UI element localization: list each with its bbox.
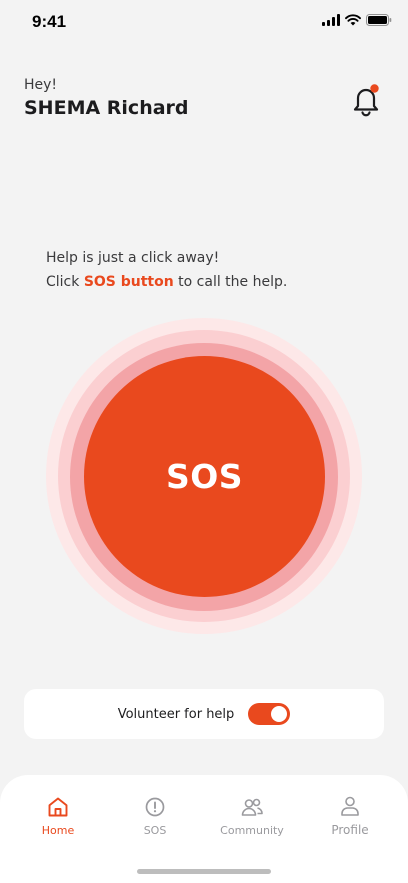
nav-label-home: Home bbox=[41, 824, 75, 837]
notifications-button[interactable] bbox=[350, 83, 382, 117]
nav-label-community: Community bbox=[220, 824, 284, 837]
home-screen: 9:41 Hey! SHEMA Richard Help is just a c… bbox=[0, 0, 408, 883]
nav-item-sos[interactable]: SOS bbox=[115, 795, 195, 837]
help-line-2: Click SOS button to call the help. bbox=[46, 270, 287, 294]
help-line-1: Help is just a click away! bbox=[46, 250, 220, 266]
greeting: Hey! bbox=[24, 77, 58, 93]
bell-icon bbox=[353, 84, 379, 117]
wifi-icon bbox=[345, 14, 361, 26]
nav-item-profile[interactable]: Profile bbox=[310, 794, 390, 837]
status-bar: 9:41 bbox=[0, 0, 408, 44]
alert-circle-icon bbox=[145, 797, 165, 817]
volunteer-card: Volunteer for help bbox=[24, 689, 384, 739]
home-icon bbox=[48, 797, 68, 817]
users-icon bbox=[241, 798, 263, 816]
sos-button[interactable]: SOS bbox=[84, 356, 325, 597]
nav-item-home[interactable]: Home bbox=[18, 795, 98, 837]
help-line-2-suffix: to call the help. bbox=[173, 274, 288, 290]
status-icons bbox=[322, 14, 392, 26]
volunteer-toggle[interactable] bbox=[248, 703, 291, 725]
help-line-2-prefix: Click bbox=[46, 274, 84, 290]
home-indicator bbox=[137, 869, 271, 874]
status-time: 9:41 bbox=[32, 12, 67, 31]
sos-button-mention: SOS button bbox=[83, 274, 174, 290]
toggle-knob bbox=[271, 706, 288, 722]
nav-item-community[interactable]: Community bbox=[212, 795, 292, 837]
user-icon bbox=[341, 796, 359, 816]
sos-button-label: SOS bbox=[165, 457, 244, 496]
cellular-signal-icon bbox=[322, 14, 340, 26]
nav-label-sos: SOS bbox=[143, 824, 167, 837]
nav-label-profile: Profile bbox=[331, 823, 369, 837]
notification-badge bbox=[370, 84, 379, 93]
bottom-nav: Home SOS Community Profile bbox=[0, 775, 408, 883]
volunteer-label: Volunteer for help bbox=[117, 706, 235, 722]
battery-icon bbox=[366, 14, 392, 26]
help-text: Help is just a click away! Click SOS but… bbox=[46, 246, 287, 294]
user-name: SHEMA Richard bbox=[24, 97, 189, 119]
